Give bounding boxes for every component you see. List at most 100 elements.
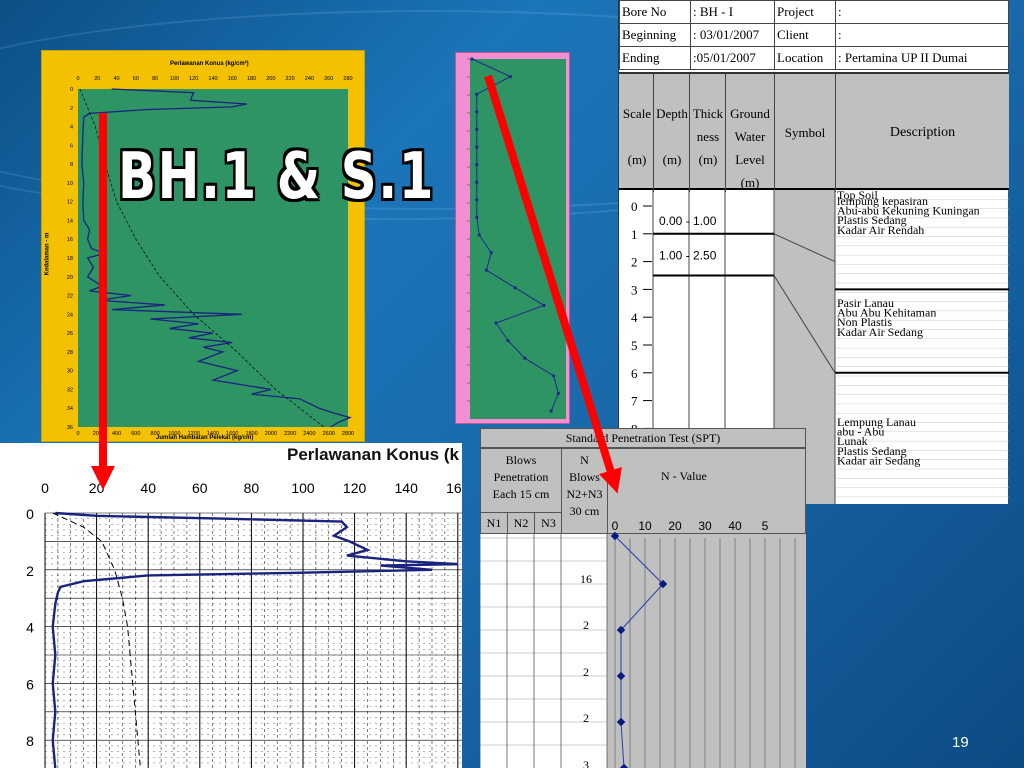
spt-small-point	[484, 268, 488, 272]
spt-plot: 0 10 20 30 40 5 16 2 2 2 3	[480, 519, 806, 768]
cpt-big-top-tick: 160	[446, 480, 462, 496]
cpt-small-top-tick: 140	[208, 76, 217, 82]
cpt-small-bottom-tick: 1800	[245, 431, 257, 437]
cpt-small-depth-tick: 26	[67, 331, 73, 337]
cpt-small-bottom-tick: 200	[93, 431, 102, 437]
cpt-big-cone-resistance-line	[51, 511, 458, 768]
spt-small-point	[556, 391, 560, 395]
cpt-small-depth-tick: 8	[70, 162, 73, 168]
scale-tick: 2	[631, 255, 638, 270]
description-line: Kadar air Sedang	[837, 453, 920, 467]
bore-log-column-header: Scale (m) Depth (m) Thick ness (m) Ground Wat…	[619, 72, 1009, 192]
cpt-small-chart: Perlawanan Konus (kg/cm²) Jumlah Hambata…	[41, 50, 365, 442]
col-thick-unit: (m)	[698, 152, 718, 167]
cpt-small-top-tick: 280	[343, 76, 352, 82]
cpt-big-depth-tick: 6	[26, 676, 34, 692]
spt-small-point	[477, 233, 481, 237]
col-symbol: Symbol	[784, 125, 826, 140]
cpt-big-depth-tick: 4	[26, 620, 34, 636]
description-line: Kadar Air Rendah	[837, 223, 924, 237]
cpt-small-top-tick: 260	[324, 76, 333, 82]
cpt-small-top-tick: 40	[114, 76, 120, 82]
project-value: :	[835, 0, 1009, 24]
cpt-small-depth-tick: 36	[67, 425, 73, 431]
cpt-small-bottom-tick: 800	[151, 431, 160, 437]
cpt-small-top-tick: 180	[247, 76, 256, 82]
beginning-label: Beginning	[619, 23, 691, 47]
cpt-big-top-tick: 60	[192, 480, 208, 496]
page-number: 19	[952, 734, 969, 751]
spt-small-point	[475, 145, 479, 149]
cpt-big-top-tick: 0	[41, 480, 49, 496]
cpt-small-depth-tick: 10	[67, 181, 73, 187]
spt-small-point	[506, 339, 510, 343]
cpt-small-bottom-tick: 2000	[265, 431, 277, 437]
cpt-big-top-tick: 40	[140, 480, 156, 496]
spt-x-tick: 30	[698, 519, 712, 533]
col-gw-3: Level	[735, 152, 765, 167]
cpt-small-bottom-tick: 2800	[342, 431, 354, 437]
col-depth-unit: (m)	[662, 152, 682, 167]
cpt-small-depth-tick: 14	[67, 218, 73, 224]
spt-small-point	[523, 356, 527, 360]
spt-small-point	[475, 163, 479, 167]
spt-x-tick: 0	[612, 519, 619, 533]
description-line: Kadar Air Sedang	[837, 325, 923, 339]
ending-value: :05/01/2007	[690, 46, 775, 70]
cpt-small-top-tick: 100	[170, 76, 179, 82]
cpt-small-depth-tick: 20	[67, 275, 73, 281]
cpt-small-depth-tick: 24	[67, 312, 73, 318]
col-gw-2: Water	[734, 129, 766, 144]
cpt-big-depth-tick: 0	[26, 506, 34, 522]
scale-tick: 0	[631, 199, 638, 214]
spt-small-point	[513, 286, 517, 290]
spt-n-value: 2	[583, 618, 589, 632]
spt-small-point	[489, 251, 493, 255]
spt-small-point	[549, 409, 553, 413]
layer-range: 0.00 - 1.00	[659, 214, 717, 228]
cpt-small-top-tick: 200	[266, 76, 275, 82]
spt-small-plot-area	[470, 59, 566, 419]
cpt-small-bottom-tick: 1200	[188, 431, 200, 437]
scale-tick: 3	[631, 282, 638, 297]
spt-table-chart: Standard Penetration Test (SPT) Blows Pe…	[480, 428, 806, 768]
cpt-big-top-tick: 100	[291, 480, 315, 496]
spt-n-value: 16	[580, 572, 592, 586]
spt-small-chart	[455, 52, 570, 424]
scale-tick: 6	[631, 366, 638, 381]
spt-plot-area	[607, 534, 806, 768]
col-scale-unit: (m)	[627, 152, 647, 167]
cpt-small-bottom-tick: 2600	[323, 431, 335, 437]
slide: Perlawanan Konus (kg/cm²) Jumlah Hambata…	[0, 0, 1024, 768]
location-value: : Pertamina UP II Dumai	[835, 46, 1009, 70]
col-gw-1: Ground	[730, 106, 770, 121]
cpt-small-bottom-tick: 2400	[303, 431, 315, 437]
spt-small-point	[542, 303, 546, 307]
cpt-small-depth-tick: 28	[67, 350, 73, 356]
spt-n-value: 3	[583, 758, 589, 768]
client-label: Client	[774, 23, 836, 47]
cpt-small-bottom-tick: 2200	[284, 431, 296, 437]
spt-small-point	[475, 127, 479, 131]
client-value: :	[835, 23, 1009, 47]
cpt-small-top-tick: 220	[286, 76, 295, 82]
cpt-small-top-tick: 60	[133, 76, 139, 82]
cpt-small-depth-tick: 30	[67, 369, 73, 375]
spt-x-tick: 5	[762, 519, 769, 533]
spt-small-point	[552, 374, 556, 378]
spt-small-point	[470, 57, 474, 61]
spt-small-point	[494, 321, 498, 325]
spt-x-tick: 20	[668, 519, 682, 533]
cpt-big-depth-tick: 2	[26, 563, 34, 579]
spt-x-tick: 10	[638, 519, 652, 533]
project-label: Project	[774, 0, 836, 24]
cpt-big-depth-tick: 8	[26, 733, 34, 749]
col-thick-1: Thick	[692, 106, 724, 121]
cpt-small-top-tick: 20	[94, 76, 100, 82]
cpt-small-bottom-tick: 600	[131, 431, 140, 437]
spt-small-point	[475, 215, 479, 219]
col-depth: Depth	[656, 106, 688, 121]
cpt-small-plot: 0 20 40 60 80 100 120 140 160 180 200 220 240 260 2800…	[67, 76, 354, 437]
spt-x-tick: 40	[728, 519, 742, 533]
cpt-small-depth-tick: 2	[70, 106, 73, 112]
